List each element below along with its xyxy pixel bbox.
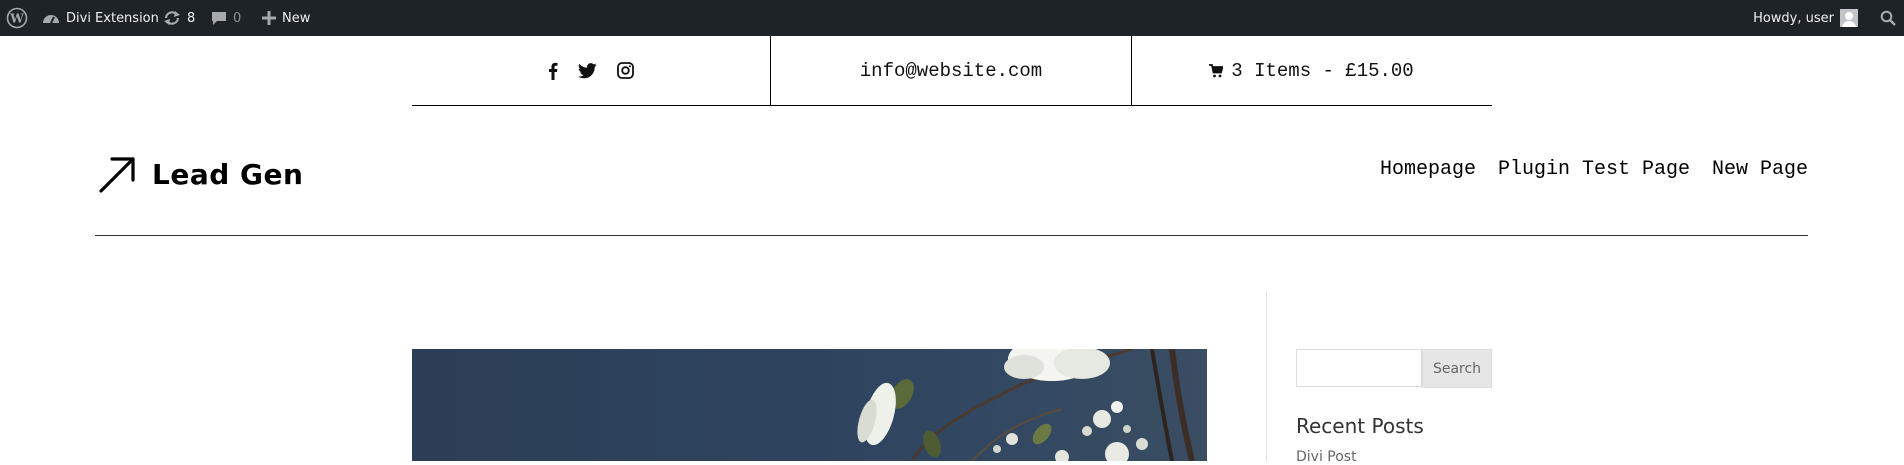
- admin-bar-new[interactable]: New: [262, 0, 310, 36]
- admin-bar-site[interactable]: Divi Extension: [42, 0, 159, 36]
- updates-count: 8: [187, 10, 196, 26]
- search-button[interactable]: Search: [1422, 349, 1492, 388]
- nav-item-new-page[interactable]: New Page: [1712, 158, 1808, 181]
- facebook-icon[interactable]: [548, 62, 558, 80]
- admin-bar-updates[interactable]: 8: [163, 0, 195, 36]
- admin-bar: W Divi Extension 8 0 New Howdy, user: [0, 0, 1904, 36]
- featured-image[interactable]: [412, 349, 1207, 461]
- admin-bar-search-icon[interactable]: [1880, 0, 1896, 36]
- new-label: New: [282, 10, 311, 26]
- admin-bar-comments[interactable]: 0: [211, 0, 241, 36]
- social-links: [412, 36, 770, 105]
- comment-icon: [212, 11, 226, 25]
- howdy-text: Howdy, user: [1753, 10, 1834, 26]
- contact-email[interactable]: info@website.com: [770, 36, 1132, 105]
- search-input[interactable]: [1296, 349, 1422, 387]
- updates-icon: [164, 11, 180, 25]
- cart-link[interactable]: 3 Items - £15.00: [1131, 36, 1492, 105]
- top-header: info@website.com 3 Items - £15.00: [412, 36, 1492, 106]
- instagram-icon[interactable]: [617, 62, 634, 79]
- header-divider: [95, 235, 1808, 236]
- wordpress-logo-icon[interactable]: W: [6, 0, 28, 36]
- logo-text: Lead Gen: [152, 157, 304, 191]
- svg-text:W: W: [9, 12, 24, 26]
- plus-icon: [262, 11, 276, 25]
- arrow-up-right-icon: [99, 157, 135, 193]
- dashboard-icon: [43, 15, 59, 24]
- site-name: Divi Extension: [66, 10, 159, 26]
- recent-posts-title: Recent Posts: [1296, 414, 1424, 438]
- nav-item-homepage[interactable]: Homepage: [1380, 158, 1476, 181]
- cart-text: 3 Items - £15.00: [1231, 59, 1414, 82]
- email-text: info@website.com: [859, 59, 1043, 82]
- cart-icon: [1209, 63, 1224, 77]
- recent-post-link[interactable]: Divi Post: [1296, 449, 1357, 465]
- sidebar-divider: [1266, 292, 1267, 461]
- comments-count: 0: [233, 10, 242, 26]
- admin-bar-account[interactable]: Howdy, user: [1753, 0, 1858, 36]
- nav-item-plugin-test-page[interactable]: Plugin Test Page: [1498, 158, 1690, 181]
- flower-photo: [412, 349, 1207, 461]
- twitter-icon[interactable]: [578, 62, 597, 79]
- site-logo[interactable]: Lead Gen: [98, 154, 303, 194]
- main-nav: Homepage Plugin Test Page New Page: [1380, 158, 1808, 181]
- avatar: [1840, 9, 1858, 27]
